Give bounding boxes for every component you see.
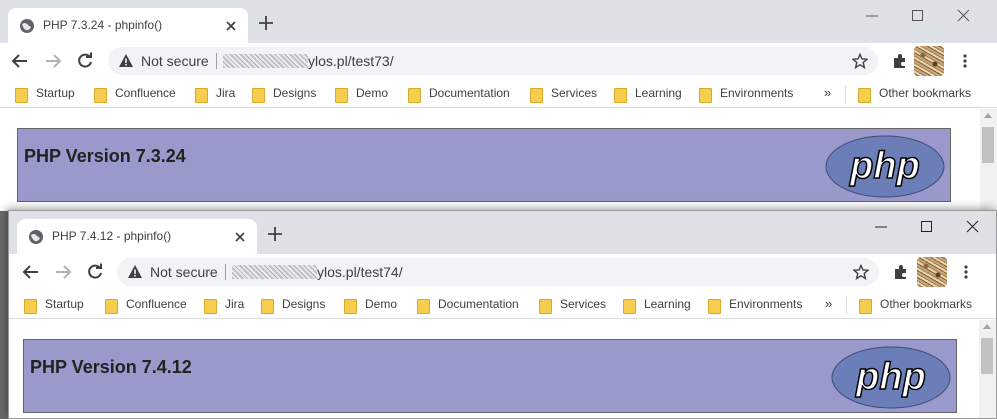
folder-icon [251, 86, 265, 103]
tab-phpinfo-73[interactable]: PHP 7.3.24 - phpinfo() [8, 8, 248, 43]
address-bar[interactable]: Not secure ylos.pl/test73/ [108, 47, 878, 75]
scroll-up-arrow[interactable] [983, 324, 991, 329]
minimize-icon [866, 15, 878, 17]
maximize-button[interactable] [912, 216, 942, 238]
close-window-button[interactable] [949, 5, 979, 27]
maximize-button[interactable] [903, 5, 933, 27]
folder-icon [707, 297, 721, 314]
new-tab-icon[interactable] [267, 226, 283, 242]
tab-phpinfo-74[interactable]: PHP 7.4.12 - phpinfo() [17, 219, 257, 254]
bookmark-star-icon[interactable] [853, 264, 869, 280]
address-bar[interactable]: Not secure ylos.pl/test74/ [117, 258, 879, 286]
new-tab-icon[interactable] [258, 15, 274, 31]
tab-strip: PHP 7.3.24 - phpinfo() [0, 0, 997, 43]
security-label[interactable]: Not secure [150, 264, 218, 280]
vertical-scrollbar[interactable] [980, 109, 997, 211]
forward-arrow-icon[interactable] [44, 52, 62, 70]
extensions-puzzle-icon[interactable] [893, 264, 909, 280]
php-logo: php [831, 346, 951, 409]
profile-avatar[interactable] [917, 257, 947, 287]
php-logo-text: php [849, 145, 920, 187]
bookmark-star-icon[interactable] [852, 53, 868, 69]
folder-icon [203, 297, 217, 314]
scrollbar-thumb[interactable] [981, 338, 993, 374]
php-logo: php [825, 135, 945, 198]
folder-icon [104, 297, 118, 314]
browser-window-php74: PHP 7.4.12 - phpinfo() Not secure ylos.p… [8, 210, 997, 419]
minimize-button[interactable] [857, 5, 887, 27]
folder-icon [857, 86, 871, 103]
security-label[interactable]: Not secure [141, 53, 209, 69]
bookmarks-overflow-chevron[interactable]: » [825, 296, 832, 311]
toolbar: Not secure ylos.pl/test73/ [0, 43, 997, 79]
close-window-button[interactable] [958, 216, 988, 238]
warning-triangle-icon[interactable] [118, 53, 134, 69]
forward-arrow-icon[interactable] [54, 263, 72, 281]
vertical-scrollbar[interactable] [979, 320, 996, 418]
folder-icon [613, 86, 627, 103]
close-icon [966, 220, 979, 233]
bookmarks-bar: Startup Confluence Jira Designs Demo Doc… [9, 290, 996, 319]
warning-triangle-icon[interactable] [127, 264, 143, 280]
php-version-heading: PHP Version 7.3.24 [24, 146, 186, 166]
more-menu-icon[interactable] [958, 264, 974, 280]
toolbar: Not secure ylos.pl/test74/ [9, 254, 996, 290]
page-content: PHP Version 7.3.24 php [0, 109, 997, 211]
extensions-puzzle-icon[interactable] [892, 53, 908, 69]
url-text[interactable]: ylos.pl/test74/ [317, 264, 403, 280]
minimize-button[interactable] [866, 216, 896, 238]
bookmarks-divider [846, 296, 847, 314]
bookmarks-divider [845, 85, 846, 103]
maximize-icon [912, 10, 923, 21]
redacted-domain [223, 54, 308, 68]
folder-icon [622, 297, 636, 314]
folder-icon [538, 297, 552, 314]
folder-icon [343, 297, 357, 314]
back-arrow-icon[interactable] [22, 263, 40, 281]
globe-icon [29, 230, 43, 244]
globe-icon [20, 19, 34, 33]
browser-window-php73: PHP 7.3.24 - phpinfo() Not secure ylos.p… [0, 0, 997, 211]
close-tab-icon[interactable] [224, 19, 238, 33]
folder-icon [260, 297, 274, 314]
php-version-heading: PHP Version 7.4.12 [30, 357, 192, 377]
profile-avatar[interactable] [914, 46, 944, 76]
folder-icon [698, 86, 712, 103]
more-menu-icon[interactable] [957, 53, 973, 69]
page-content: PHP Version 7.4.12 php [9, 320, 996, 418]
omnibox-divider [216, 53, 217, 69]
folder-icon [14, 86, 28, 103]
back-arrow-icon[interactable] [11, 52, 29, 70]
php-header-box: PHP Version 7.4.12 php [23, 339, 957, 413]
scrollbar-thumb[interactable] [982, 127, 994, 163]
omnibox-divider [225, 264, 226, 280]
tab-title: PHP 7.3.24 - phpinfo() [43, 18, 163, 32]
bookmarks-bar: Startup Confluence Jira Designs Demo Doc… [0, 79, 997, 108]
php-header-box: PHP Version 7.3.24 php [17, 128, 951, 202]
tab-strip: PHP 7.4.12 - phpinfo() [9, 211, 996, 254]
folder-icon [858, 297, 872, 314]
folder-icon [23, 297, 37, 314]
folder-icon [194, 86, 208, 103]
close-tab-icon[interactable] [233, 230, 247, 244]
reload-icon[interactable] [86, 263, 104, 281]
folder-icon [407, 86, 421, 103]
url-text[interactable]: ylos.pl/test73/ [308, 53, 394, 69]
redacted-domain [232, 265, 317, 279]
close-icon [957, 9, 970, 22]
scroll-up-arrow[interactable] [984, 113, 992, 118]
folder-icon [416, 297, 430, 314]
minimize-icon [875, 226, 887, 228]
bookmarks-overflow-chevron[interactable]: » [824, 85, 831, 100]
tab-title: PHP 7.4.12 - phpinfo() [52, 229, 172, 243]
folder-icon [334, 86, 348, 103]
maximize-icon [921, 221, 932, 232]
reload-icon[interactable] [76, 52, 94, 70]
php-logo-text: php [855, 356, 926, 398]
folder-icon [93, 86, 107, 103]
folder-icon [529, 86, 543, 103]
